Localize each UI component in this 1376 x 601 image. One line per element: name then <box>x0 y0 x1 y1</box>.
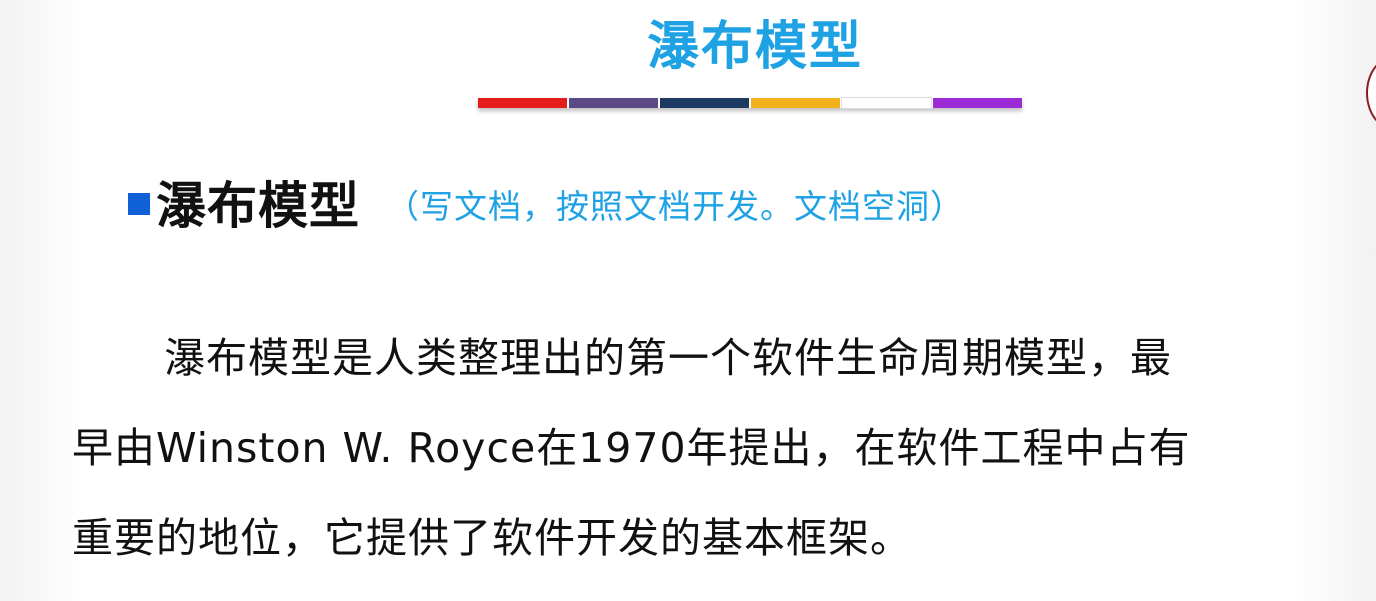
color-bar-segment-violet <box>933 98 1022 108</box>
color-bar-segment-navy <box>660 98 749 108</box>
color-bar-segment-purple-gray <box>569 98 658 108</box>
paragraph-line: 瀑布模型是人类整理出的第一个软件生命周期模型，最 <box>164 334 1172 382</box>
section-note: （写文档，按照文档开发。文档空洞） <box>386 187 964 226</box>
section-heading-row: 瀑布模型 （写文档，按照文档开发。文档空洞） <box>128 166 964 238</box>
paragraph-line: 重要的地位，它提供了软件开发的基本框架。 <box>72 514 912 562</box>
body-paragraph: 瀑布模型是人类整理出的第一个软件生命周期模型，最 早由Winston W. Ro… <box>72 313 1372 583</box>
slide: 瀑布模型 瀑布模型 （写文档，按照文档开发。文档空洞） 瀑布模型是人类整理出的第… <box>0 0 1376 601</box>
section-heading: 瀑布模型 <box>156 177 360 235</box>
color-bar-segment-white <box>841 97 932 109</box>
slide-title: 瀑布模型 <box>646 17 863 77</box>
decorative-color-bar <box>478 97 1022 109</box>
paragraph-line: 早由Winston W. Royce在1970年提出，在软件工程中占有 <box>72 424 1191 472</box>
square-bullet-icon <box>128 193 150 215</box>
color-bar-segment-red <box>478 98 567 108</box>
color-bar-segment-yellow <box>751 98 840 108</box>
